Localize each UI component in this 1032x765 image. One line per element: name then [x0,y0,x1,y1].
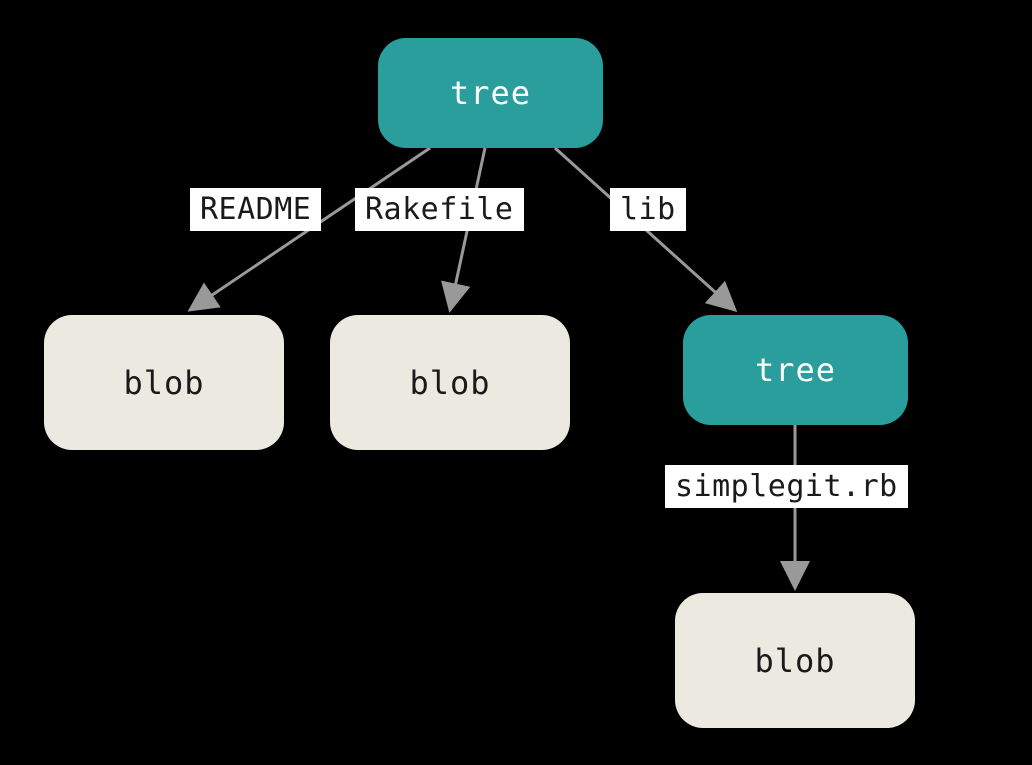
node-root-tree: tree [378,38,603,148]
node-rakefile-blob: blob [330,315,570,450]
node-label: blob [754,642,835,680]
edge-label-lib: lib [610,188,686,231]
node-label: tree [450,74,531,112]
edge-label-rakefile: Rakefile [355,188,524,231]
node-label: blob [409,364,490,402]
node-simplegit-blob: blob [675,593,915,728]
node-readme-blob: blob [44,315,284,450]
edge-label-simplegit: simplegit.rb [665,465,908,508]
node-lib-tree: tree [683,315,908,425]
node-label: tree [755,351,836,389]
node-label: blob [123,364,204,402]
edge-label-readme: README [190,188,321,231]
